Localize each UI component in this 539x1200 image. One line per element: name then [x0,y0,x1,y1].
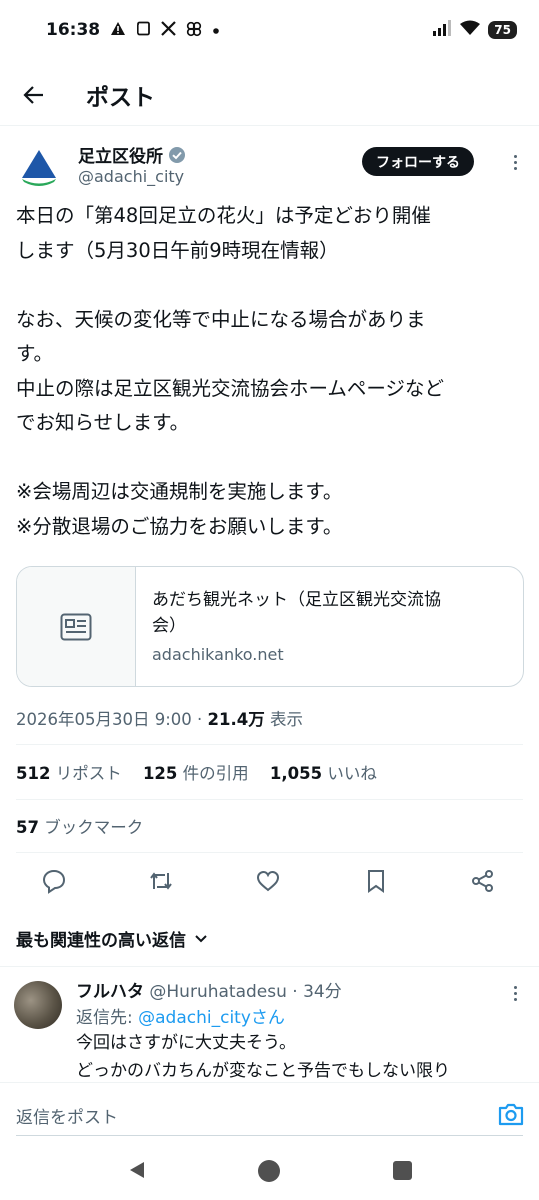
tweet-line: なお、天候の変化等で中止になる場合がありま [16,307,426,331]
repost-stat[interactable]: 512 リポスト [16,764,122,783]
tweet-line: 本日の「第48回足立の花火」は予定どおり開催 [16,204,431,227]
nav-back-icon[interactable] [127,1160,147,1180]
reply-composer[interactable]: 返信をポスト [0,1082,539,1144]
dot-icon [212,22,220,38]
reply-line: どっかのバカちんが変なこと予告でもしない限り [76,1061,450,1081]
x-logo-icon [161,21,176,39]
bookmark-count: 57 [16,818,39,837]
more-options-icon[interactable] [507,150,523,174]
author-handle[interactable]: @adachi_city [78,167,184,186]
tweet-text: 本日の「第48回足立の花火」は予定どおり開催 します（5月30日午前9時現在情報… [16,199,523,544]
square-icon [136,21,151,39]
like-count: 1,055 [269,764,323,783]
card-title-line: 会） [152,616,186,636]
author-row: 足立区役所 @adachi_city フォローする [16,140,523,192]
signal-icon [432,19,452,41]
input-underline [16,1135,523,1136]
tweet-meta: 2026年05月30日 9:00 · 21.4万 表示 [16,706,303,730]
link-card[interactable]: あだち観光ネット（足立区観光交流協 会） adachikanko.net [16,566,524,687]
nav-recents-icon[interactable] [393,1161,412,1180]
follow-button[interactable]: フォローする [362,147,474,176]
card-thumbnail [17,567,136,686]
tweet-line: でお知らせします。 [16,411,190,434]
like-label: いいね [322,764,377,783]
reply-to-link[interactable]: @adachi_cityさん [138,1008,285,1028]
camera-icon[interactable] [497,1101,525,1127]
reply-to-prefix: 返信先: [76,1008,139,1028]
reply-sort-dropdown[interactable]: 最も関連性の高い返信 [16,926,208,951]
author-name[interactable]: 足立区役所 [78,142,163,167]
card-title-line: あだち観光ネット（足立区観光交流協 [152,590,441,610]
tweet-datetime[interactable]: 2026年05月30日 9:00 · [16,710,208,729]
verified-badge-icon [169,146,185,163]
warning-icon [110,21,126,39]
quote-count: 125 [142,764,178,783]
chevron-down-icon [195,934,207,942]
reply-icon[interactable] [41,868,67,894]
view-label: 表示 [264,710,303,729]
back-arrow-icon [23,85,43,104]
tweet-line: 中止の際は足立区観光交流協会ホームページなど [16,376,445,400]
reply-handle-time: @Huruhatadesu · 34分 [144,982,342,1002]
reply-line: 今回はさすがに大丈夫そう。 [76,1033,296,1053]
tweet-line [16,441,523,476]
like-stat[interactable]: 1,055 いいね [270,764,377,783]
back-button[interactable] [14,75,54,115]
bookmark-stat[interactable]: 57 ブックマーク [16,814,143,838]
like-icon[interactable] [255,868,281,894]
sort-label: 最も関連性の高い返信 [16,931,186,951]
battery-indicator: 75 [488,21,517,39]
engagement-stats: 512 リポスト 125 件の引用 1,055 いいね [16,760,393,784]
reply-header: フルハタ @Huruhatadesu · 34分 [76,977,342,1002]
top-bar: ポスト [0,64,539,126]
repost-count: 512 [16,764,51,783]
reply-to: 返信先: @adachi_cityさん [76,1003,285,1028]
divider [16,799,523,800]
divider [16,744,523,745]
reply-author-name[interactable]: フルハタ [76,982,144,1002]
tweet-line: します（5月30日午前9時現在情報） [16,238,339,262]
reply-input[interactable]: 返信をポスト [16,1103,118,1128]
adachi-city-logo-icon [22,150,56,186]
page-title: ポスト [86,84,155,111]
bookmark-label: ブックマーク [38,818,144,837]
quote-stat[interactable]: 125 件の引用 [143,764,249,783]
author-avatar[interactable] [16,144,62,190]
reply-item[interactable]: フルハタ @Huruhatadesu · 34分 返信先: @adachi_ci… [0,966,539,1082]
tweet-line [16,268,523,303]
status-bar: 16:38 75 [0,0,539,60]
repost-icon[interactable] [148,868,174,894]
status-time: 16:38 [46,20,101,40]
reply-avatar[interactable] [14,981,62,1029]
nav-home-icon[interactable] [258,1160,280,1182]
repost-label: リポスト [50,764,122,783]
wifi-icon [460,20,481,41]
system-nav-bar [0,1144,539,1200]
tweet-line: ※分散退場のご協力をお願いします。 [16,514,343,538]
author-name-container[interactable]: 足立区役所 [78,142,186,167]
tweet-line: す。 [16,342,54,365]
view-count: 21.4万 [207,710,265,729]
pinwheel-icon [186,21,202,40]
share-icon[interactable] [470,868,496,894]
article-icon [60,613,92,640]
quote-label: 件の引用 [177,764,249,783]
card-domain: adachikanko.net [152,645,284,664]
reply-text: 今回はさすがに大丈夫そう。 どっかのバカちんが変なこと予告でもしない限り [76,1029,450,1082]
reply-more-options-icon[interactable] [507,981,523,1005]
bookmark-icon[interactable] [363,868,389,894]
tweet-line: ※会場周辺は交通規制を実施します。 [16,480,343,503]
divider [16,852,523,853]
action-bar [0,860,539,902]
